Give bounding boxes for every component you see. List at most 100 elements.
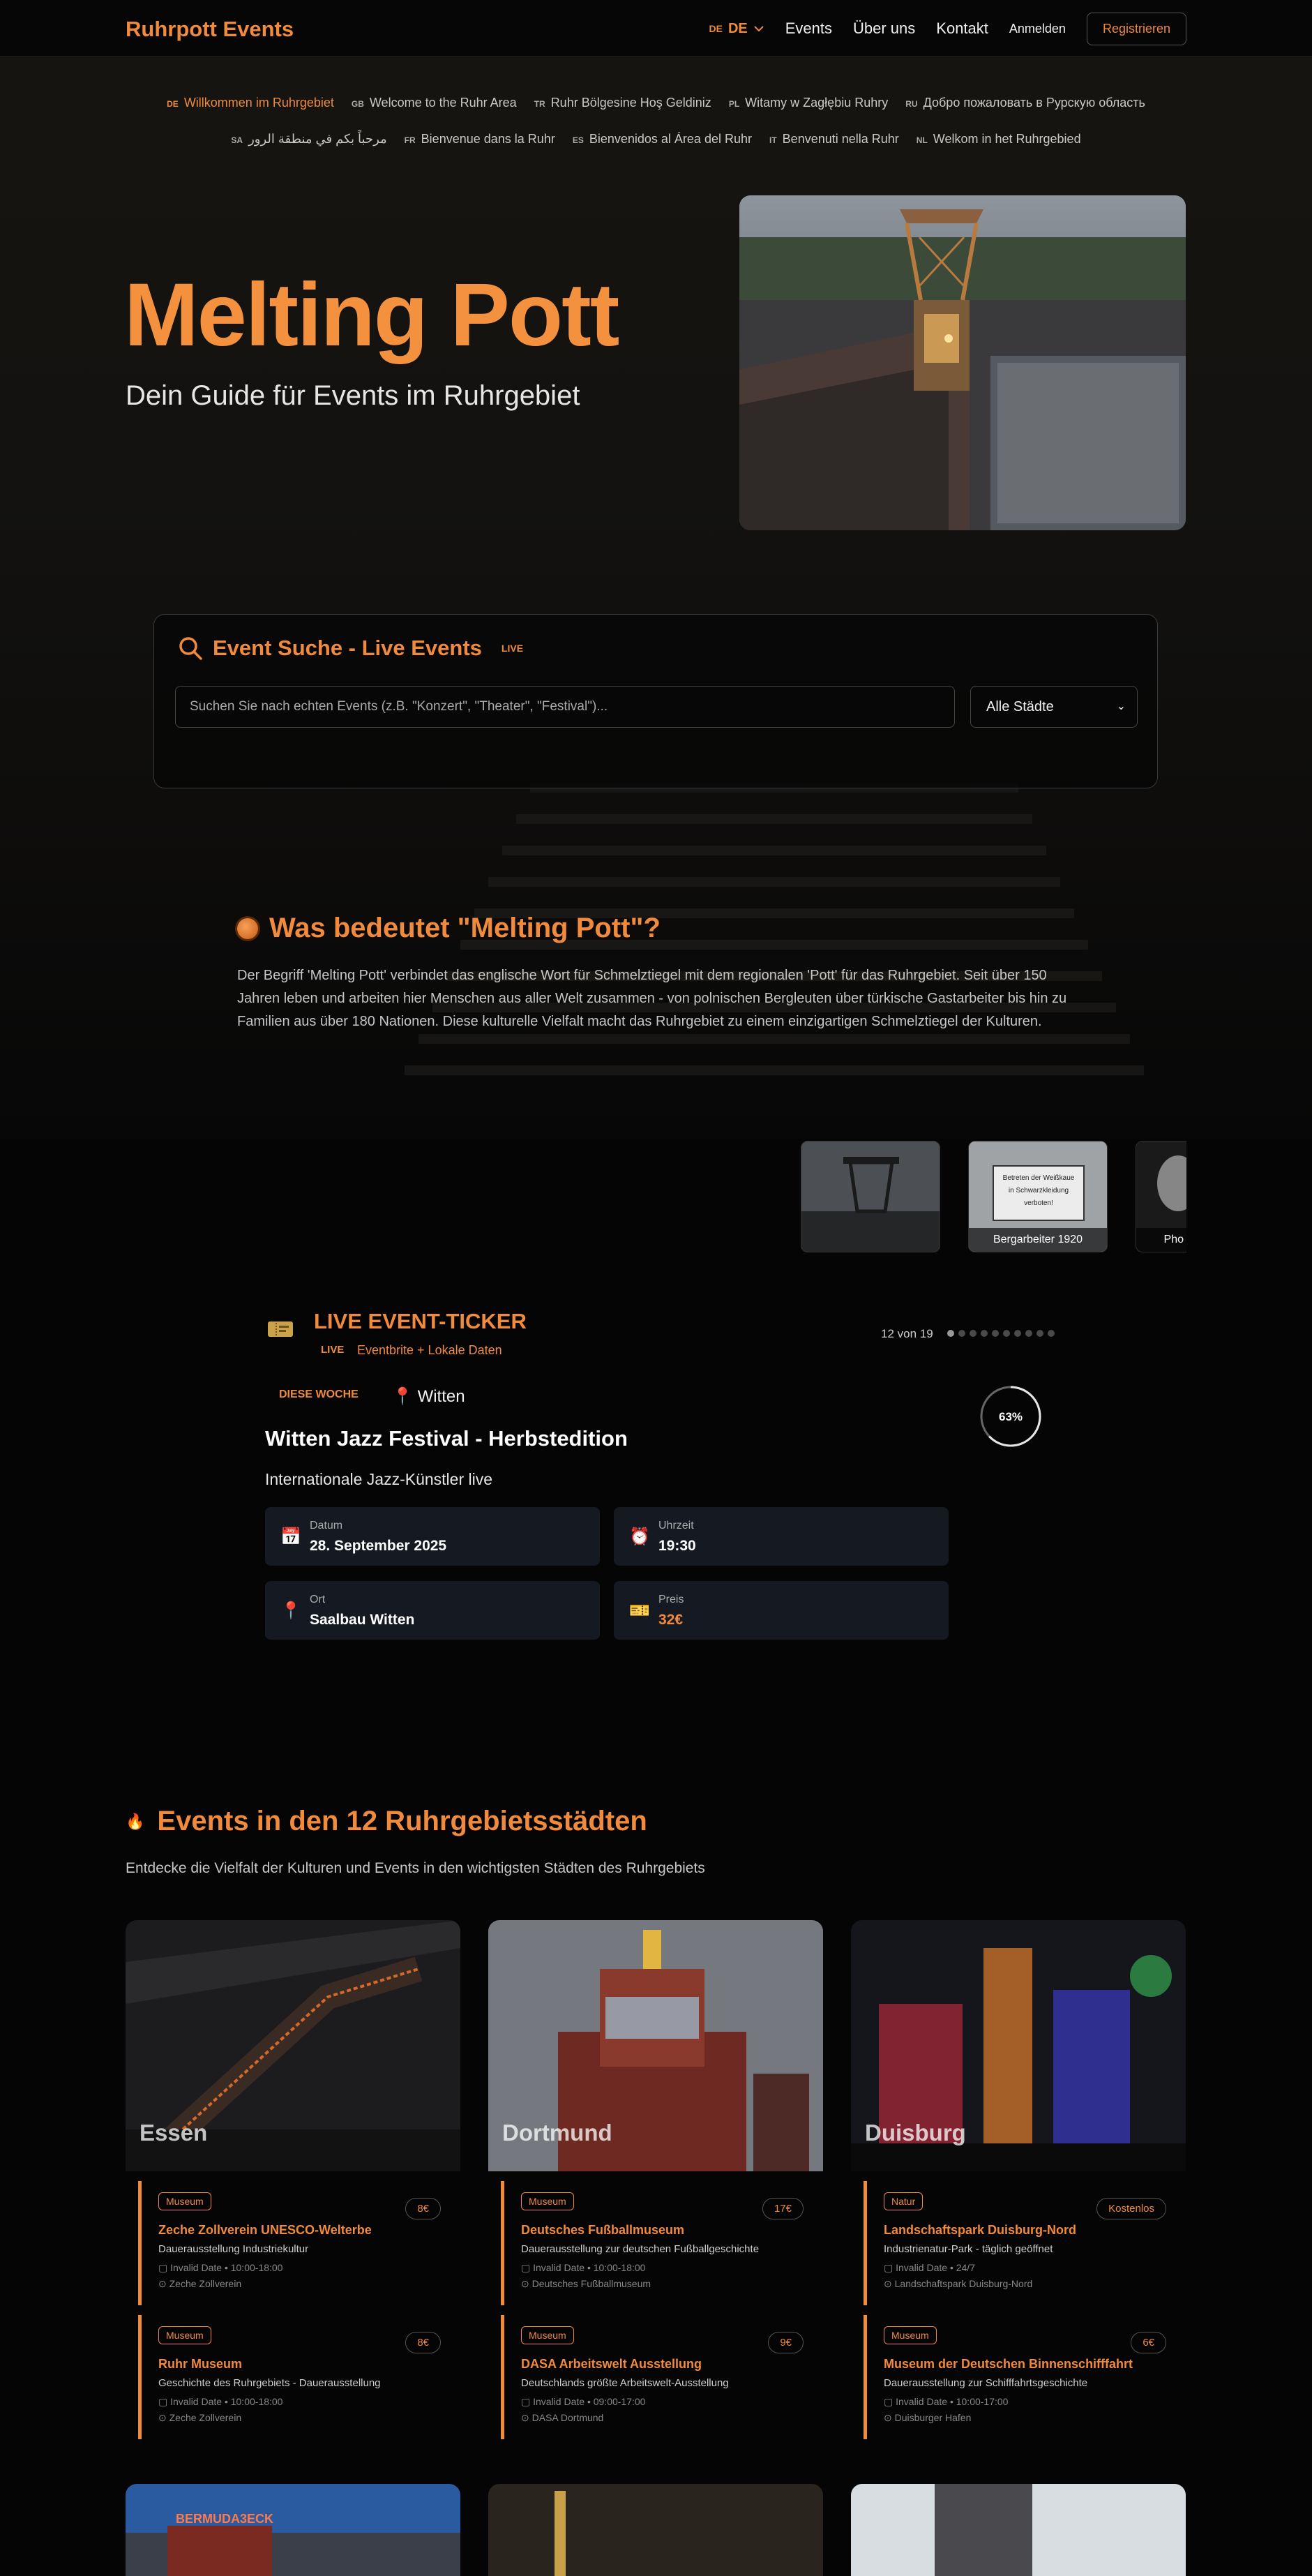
info-label: Uhrzeit: [658, 1520, 694, 1532]
greeting-sa[interactable]: SA مرحباً بكم في منطقة الرور: [231, 121, 386, 158]
event-date: ▢ Invalid Date • 10:00-18:00: [158, 2262, 437, 2274]
nav-events[interactable]: Events: [785, 20, 832, 38]
pagination-dot[interactable]: [947, 1330, 954, 1337]
greeting-ru[interactable]: RU Добро пожаловать в Рурскую область: [905, 85, 1145, 121]
ticker-event-title[interactable]: Witten Jazz Festival - Herbstedition: [265, 1426, 628, 1451]
city-card-image[interactable]: [488, 2484, 823, 2576]
pagination-dot[interactable]: [958, 1330, 965, 1337]
city-card-image[interactable]: BERMUDA3ECK: [126, 2484, 460, 2576]
pagination-dot[interactable]: [1014, 1330, 1021, 1337]
info-value: 19:30: [658, 1538, 696, 1554]
event-price: 8€: [405, 2332, 441, 2353]
city-select[interactable]: Alle Städte ⌄: [970, 686, 1138, 728]
city-event[interactable]: Natur Kostenlos Landschaftspark Duisburg…: [864, 2181, 1173, 2305]
greeting-de[interactable]: DE Willkommen im Ruhrgebiet: [167, 85, 334, 121]
pin-icon: ⊙: [521, 2278, 529, 2289]
hero-subtitle: Dein Guide für Events im Ruhrgebiet: [126, 380, 580, 411]
event-city-name: Witten: [417, 1387, 465, 1406]
event-place-text: Deutsches Fußballmuseum: [531, 2278, 651, 2289]
pagination-dot[interactable]: [970, 1330, 977, 1337]
event-desc: Dauerausstellung zur Schifffahrtsgeschic…: [884, 2377, 1088, 2389]
event-desc: Deutschlands größte Arbeitswelt-Ausstell…: [521, 2377, 729, 2389]
greeting-nl[interactable]: NL Welkom in het Ruhrgebied: [917, 121, 1081, 158]
city-event[interactable]: Museum 8€ Zeche Zollverein UNESCO-Welter…: [138, 2181, 448, 2305]
info-place: 📍 Ort Saalbau Witten: [265, 1581, 600, 1640]
pagination-dot[interactable]: [981, 1330, 988, 1337]
greeting-text: Welkom in het Ruhrgebied: [933, 132, 1081, 146]
event-name: Deutsches Fußballmuseum: [521, 2223, 685, 2237]
greeting-code: DE: [167, 99, 179, 109]
language-switcher[interactable]: DE DE: [709, 21, 764, 37]
event-tag: Museum: [521, 2326, 574, 2344]
greeting-text: Добро пожаловать в Рурскую область: [923, 96, 1145, 110]
event-date-text: Invalid Date • 10:00-18:00: [533, 2262, 646, 2273]
language-label: DE: [727, 20, 748, 36]
gallery-sign-line: in Schwarzkleidung: [1008, 1187, 1069, 1195]
city-card-dortmund[interactable]: Dortmund Museum 17€ Deutsches Fußballmus…: [488, 1920, 823, 2439]
ticker-pagination[interactable]: [947, 1330, 1055, 1337]
this-week-badge: DIESE WOCHE: [279, 1388, 359, 1400]
city-event[interactable]: Museum 6€ Museum der Deutschen Binnensch…: [864, 2315, 1173, 2439]
event-date-text: Invalid Date • 10:00-18:00: [170, 2262, 283, 2273]
search-input[interactable]: Suchen Sie nach echten Events (z.B. "Kon…: [175, 686, 955, 728]
calendar-icon: 📅: [280, 1527, 301, 1546]
gallery-thumb-1[interactable]: [801, 1141, 940, 1252]
site-logo[interactable]: Ruhrpott Events: [126, 17, 294, 42]
greeting-text: Bienvenidos al Área del Ruhr: [589, 132, 752, 146]
ticker-event-subtitle: Internationale Jazz-Künstler live: [265, 1470, 492, 1488]
pin-icon: ⊙: [158, 2412, 167, 2423]
pagination-dot[interactable]: [992, 1330, 999, 1337]
search-icon: [179, 637, 202, 660]
greeting-code: RU: [905, 99, 918, 109]
event-desc: Geschichte des Ruhrgebiets - Dauerausste…: [158, 2377, 381, 2389]
event-tag: Museum: [884, 2326, 937, 2344]
greeting-code: ES: [572, 135, 584, 145]
event-place: ⊙ Duisburger Hafen: [884, 2412, 1162, 2424]
pagination-dot[interactable]: [1048, 1330, 1055, 1337]
city-select-value: Alle Städte: [986, 699, 1054, 714]
hero-image-zollverein: [739, 195, 1186, 530]
gallery-caption: Pho: [1136, 1228, 1186, 1252]
pagination-dot[interactable]: [1036, 1330, 1043, 1337]
event-place-text: Zeche Zollverein: [169, 2412, 242, 2423]
pagination-dot[interactable]: [1003, 1330, 1010, 1337]
greeting-code: SA: [231, 135, 243, 145]
event-tag: Museum: [521, 2192, 574, 2210]
greeting-es[interactable]: ES Bienvenidos al Área del Ruhr: [573, 121, 752, 158]
greeting-it[interactable]: IT Benvenuti nella Ruhr: [769, 121, 899, 158]
chevron-down-icon: ⌄: [1116, 701, 1126, 712]
city-event[interactable]: Museum 17€ Deutsches Fußballmuseum Dauer…: [501, 2181, 810, 2305]
bermuda-sign: BERMUDA3ECK: [176, 2512, 274, 2526]
event-desc: Dauerausstellung zur deutschen Fußballge…: [521, 2243, 760, 2255]
search-header: Event Suche - Live Events LIVE: [178, 636, 523, 661]
greeting-fr[interactable]: FR Bienvenue dans la Ruhr: [405, 121, 555, 158]
greeting-code: NL: [916, 135, 928, 145]
progress-ring: 63%: [980, 1386, 1041, 1447]
event-price: Kostenlos: [1096, 2198, 1166, 2219]
greeting-pl[interactable]: PL Witamy w Zagłębiu Ruhry: [729, 85, 888, 121]
ticket-icon: 🎫: [629, 1601, 650, 1620]
city-card-duisburg[interactable]: Duisburg Natur Kostenlos Landschaftspark…: [851, 1920, 1186, 2439]
nav-contact[interactable]: Kontakt: [936, 20, 988, 38]
nav-about[interactable]: Über uns: [853, 20, 915, 38]
pagination-dot[interactable]: [1025, 1330, 1032, 1337]
gallery-caption: Bergarbeiter 1920: [969, 1228, 1107, 1252]
pin-icon: 📍: [392, 1387, 413, 1406]
gallery-thumb-3[interactable]: Pho: [1136, 1141, 1186, 1252]
hero-title: Melting Pott: [124, 265, 619, 365]
gallery-thumb-2[interactable]: Betreten der Weißkaue in Schwarzkleidung…: [968, 1141, 1108, 1252]
info-date: 📅 Datum 28. September 2025: [265, 1507, 600, 1566]
register-button[interactable]: Registrieren: [1086, 12, 1186, 45]
city-card-essen[interactable]: Essen Museum 8€ Zeche Zollverein UNESCO-…: [126, 1920, 460, 2439]
login-link[interactable]: Anmelden: [1009, 22, 1066, 36]
event-date-text: Invalid Date • 24/7: [896, 2262, 975, 2273]
event-tag: Museum: [158, 2326, 211, 2344]
city-event[interactable]: Museum 8€ Ruhr Museum Geschichte des Ruh…: [138, 2315, 448, 2439]
info-price: 🎫 Preis 32€: [614, 1581, 949, 1640]
greeting-gb[interactable]: GB Welcome to the Ruhr Area: [352, 85, 517, 121]
greeting-tr[interactable]: TR Ruhr Bölgesine Hoş Geldiniz: [534, 85, 711, 121]
city-card-image[interactable]: [851, 2484, 1186, 2576]
city-event[interactable]: Museum 9€ DASA Arbeitswelt Ausstellung D…: [501, 2315, 810, 2439]
alarm-clock-icon: ⏰: [629, 1527, 650, 1546]
event-date: ▢ Invalid Date • 10:00-17:00: [884, 2396, 1162, 2408]
